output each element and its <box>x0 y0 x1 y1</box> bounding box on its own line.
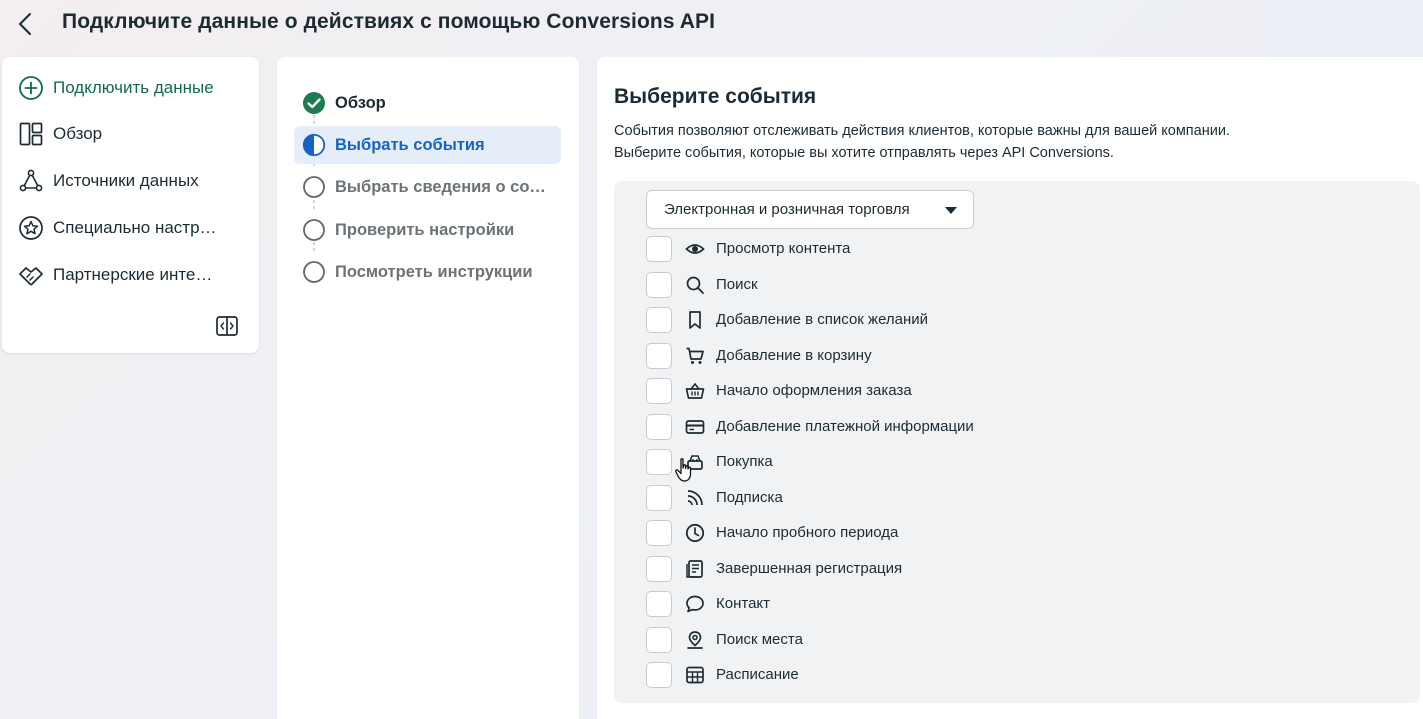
credit-card-icon <box>684 416 706 438</box>
top-bar: Подключите данные о действиях с помощью … <box>0 0 1423 50</box>
step-overview[interactable]: Обзор <box>294 84 561 122</box>
sidebar-item-connect-data[interactable]: Подключить данные <box>18 73 214 103</box>
event-checkbox[interactable] <box>646 519 672 546</box>
calendar-icon <box>684 664 706 686</box>
event-label: Подписка <box>716 489 783 506</box>
empty-circle-icon <box>302 218 326 242</box>
event-checkbox[interactable] <box>646 342 672 369</box>
event-label: Поиск <box>716 276 758 293</box>
event-row-schedule: Расписание <box>646 661 799 688</box>
step-label: Проверить настройки <box>335 220 515 239</box>
location-icon <box>684 629 706 651</box>
purchase-icon <box>684 451 706 473</box>
sidebar-item-label: Специально настр… <box>53 218 217 237</box>
category-dropdown[interactable]: Электронная и розничная торговля <box>646 190 974 229</box>
star-badge-icon <box>18 215 44 241</box>
event-checkbox[interactable] <box>646 590 672 617</box>
event-row-initiate-checkout: Начало оформления заказа <box>646 377 912 404</box>
sidebar-item-label: Партнерские инте… <box>53 265 213 284</box>
step-select-events[interactable]: Выбрать события <box>294 126 561 164</box>
step-label: Выбрать события <box>335 135 485 154</box>
layout-icon <box>18 121 44 147</box>
page-title: Подключите данные о действиях с помощью … <box>62 10 716 33</box>
event-checkbox[interactable] <box>646 413 672 440</box>
rss-icon <box>684 487 706 509</box>
step-review-settings[interactable]: Проверить настройки <box>294 211 561 249</box>
caret-down-icon <box>945 207 957 214</box>
sidebar-item-custom-settings[interactable]: Специально настр… <box>18 213 217 243</box>
back-button[interactable] <box>14 10 38 38</box>
handshake-icon <box>18 262 44 288</box>
clock-icon <box>684 522 706 544</box>
sidebar-item-label: Обзор <box>53 124 103 143</box>
eye-icon <box>684 238 706 260</box>
event-checkbox[interactable] <box>646 555 672 582</box>
events-list-container: Электронная и розничная торговля Просмот… <box>614 181 1420 703</box>
category-dropdown-value: Электронная и розничная торговля <box>664 201 910 218</box>
event-checkbox[interactable] <box>646 377 672 404</box>
half-circle-icon <box>302 133 326 157</box>
step-view-instructions[interactable]: Посмотреть инструкции <box>294 253 561 291</box>
event-row-find-location: Поиск места <box>646 626 803 653</box>
event-label: Расписание <box>716 666 799 683</box>
event-label: Добавление в корзину <box>716 347 872 364</box>
event-checkbox[interactable] <box>646 235 672 262</box>
event-row-add-to-cart: Добавление в корзину <box>646 342 872 369</box>
basket-icon <box>684 380 706 402</box>
event-label: Завершенная регистрация <box>716 560 903 577</box>
step-label: Выбрать сведения о со… <box>335 177 546 196</box>
cart-icon <box>684 345 706 367</box>
sidebar-item-partner-integrations[interactable]: Партнерские инте… <box>18 260 212 290</box>
event-row-add-to-wishlist: Добавление в список желаний <box>646 306 928 333</box>
registration-icon <box>684 558 706 580</box>
sidebar-item-overview[interactable]: Обзор <box>18 119 102 149</box>
event-label: Просмотр контента <box>716 240 851 257</box>
event-row-purchase: Покупка <box>646 448 773 475</box>
event-label: Покупка <box>716 453 773 470</box>
event-row-add-payment-info: Добавление платежной информации <box>646 413 974 440</box>
empty-circle-icon <box>302 260 326 284</box>
sidebar-item-label: Подключить данные <box>53 78 214 97</box>
section-description: События позволяют отслеживать действия к… <box>614 123 1230 161</box>
empty-circle-icon <box>302 175 326 199</box>
main-content: Выберите события События позволяют отсле… <box>597 57 1423 719</box>
search-icon <box>684 274 706 296</box>
event-row-start-trial: Начало пробного периода <box>646 519 898 546</box>
step-label: Посмотреть инструкции <box>335 262 533 281</box>
section-title: Выберите события <box>614 85 817 108</box>
sidebar-toggle-icon <box>216 316 238 336</box>
event-row-subscribe: Подписка <box>646 484 783 511</box>
sidebar-item-label: Источники данных <box>53 171 199 190</box>
plus-circle-icon <box>18 75 44 101</box>
event-checkbox[interactable] <box>646 271 672 298</box>
sidebar-nav: Подключить данные Обзор Источники данных… <box>2 57 259 353</box>
event-label: Поиск места <box>716 631 803 648</box>
event-label: Добавление в список желаний <box>716 311 929 328</box>
event-row-contact: Контакт <box>646 590 770 617</box>
bookmark-icon <box>684 309 706 331</box>
nodes-icon <box>18 168 44 194</box>
event-label: Добавление платежной информации <box>716 418 974 435</box>
event-label: Начало пробного периода <box>716 524 899 541</box>
chat-icon <box>684 593 706 615</box>
event-checkbox[interactable] <box>646 626 672 653</box>
collapse-sidebar-button[interactable] <box>214 314 240 338</box>
check-circle-icon <box>302 91 326 115</box>
event-checkbox[interactable] <box>646 448 672 475</box>
event-row-search: Поиск <box>646 271 758 298</box>
event-checkbox[interactable] <box>646 306 672 333</box>
sidebar-item-data-sources[interactable]: Источники данных <box>18 166 199 196</box>
step-label: Обзор <box>335 93 386 112</box>
event-label: Контакт <box>716 595 771 612</box>
event-checkbox[interactable] <box>646 661 672 688</box>
step-select-event-details[interactable]: Выбрать сведения о со… <box>294 168 561 206</box>
event-row-view-content: Просмотр контента <box>646 235 850 262</box>
event-label: Начало оформления заказа <box>716 382 912 399</box>
event-checkbox[interactable] <box>646 484 672 511</box>
event-row-complete-registration: Завершенная регистрация <box>646 555 902 582</box>
chevron-left-icon <box>19 13 31 35</box>
setup-steps-panel: Обзор Выбрать события Выбрать сведения о… <box>277 57 579 719</box>
